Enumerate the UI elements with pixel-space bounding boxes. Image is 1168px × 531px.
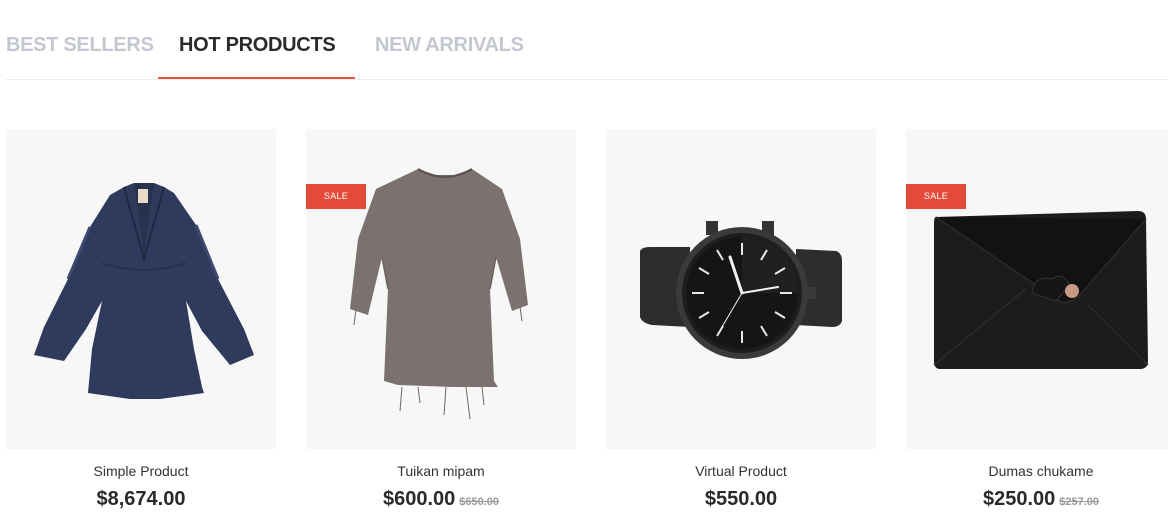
- tab-new-arrivals[interactable]: NEW ARRIVALS: [375, 34, 524, 57]
- product-price: $550.00: [704, 488, 778, 510]
- product-card[interactable]: Simple Product $8,674.00: [6, 129, 276, 512]
- sale-badge: SALE: [906, 184, 966, 209]
- product-price-row: $8,674.00: [6, 486, 276, 512]
- product-name[interactable]: Dumas chukame: [906, 462, 1168, 480]
- product-image[interactable]: [606, 129, 876, 449]
- product-price-row: $250.00 $257.00: [906, 486, 1168, 512]
- product-image[interactable]: SALE: [906, 129, 1168, 449]
- watch-icon: [640, 221, 842, 359]
- product-card[interactable]: SALE Dumas chukame $250.00 $257.00: [906, 129, 1168, 512]
- product-old-price: $257.00: [1059, 496, 1100, 508]
- dress-icon: [34, 183, 254, 399]
- product-price: $8,674.00: [96, 488, 186, 510]
- tunic-dress-icon: [350, 168, 528, 420]
- sale-badge: SALE: [306, 184, 366, 209]
- tab-hot-products[interactable]: HOT PRODUCTS: [179, 34, 336, 57]
- product-name[interactable]: Virtual Product: [606, 462, 876, 480]
- product-price: $250.00: [982, 488, 1056, 510]
- product-old-price: $650.00: [459, 496, 500, 508]
- product-price: $600.00: [382, 488, 456, 510]
- product-price-row: $600.00 $650.00: [306, 486, 576, 512]
- tab-best-sellers[interactable]: BEST SELLERS: [6, 34, 154, 57]
- product-tabs: BEST SELLERS HOT PRODUCTS NEW ARRIVALS: [6, 0, 1168, 80]
- product-image[interactable]: [6, 129, 276, 449]
- clutch-bag-icon: [933, 211, 1149, 369]
- active-tab-indicator: [158, 77, 355, 79]
- product-price-row: $550.00: [606, 486, 876, 512]
- product-image[interactable]: SALE: [306, 129, 576, 449]
- product-card[interactable]: Virtual Product $550.00: [606, 129, 876, 512]
- product-name[interactable]: Tuikan mipam: [306, 462, 576, 480]
- product-name[interactable]: Simple Product: [6, 462, 276, 480]
- product-card[interactable]: SALE Tuikan mipam $600.00 $650.00: [306, 129, 576, 512]
